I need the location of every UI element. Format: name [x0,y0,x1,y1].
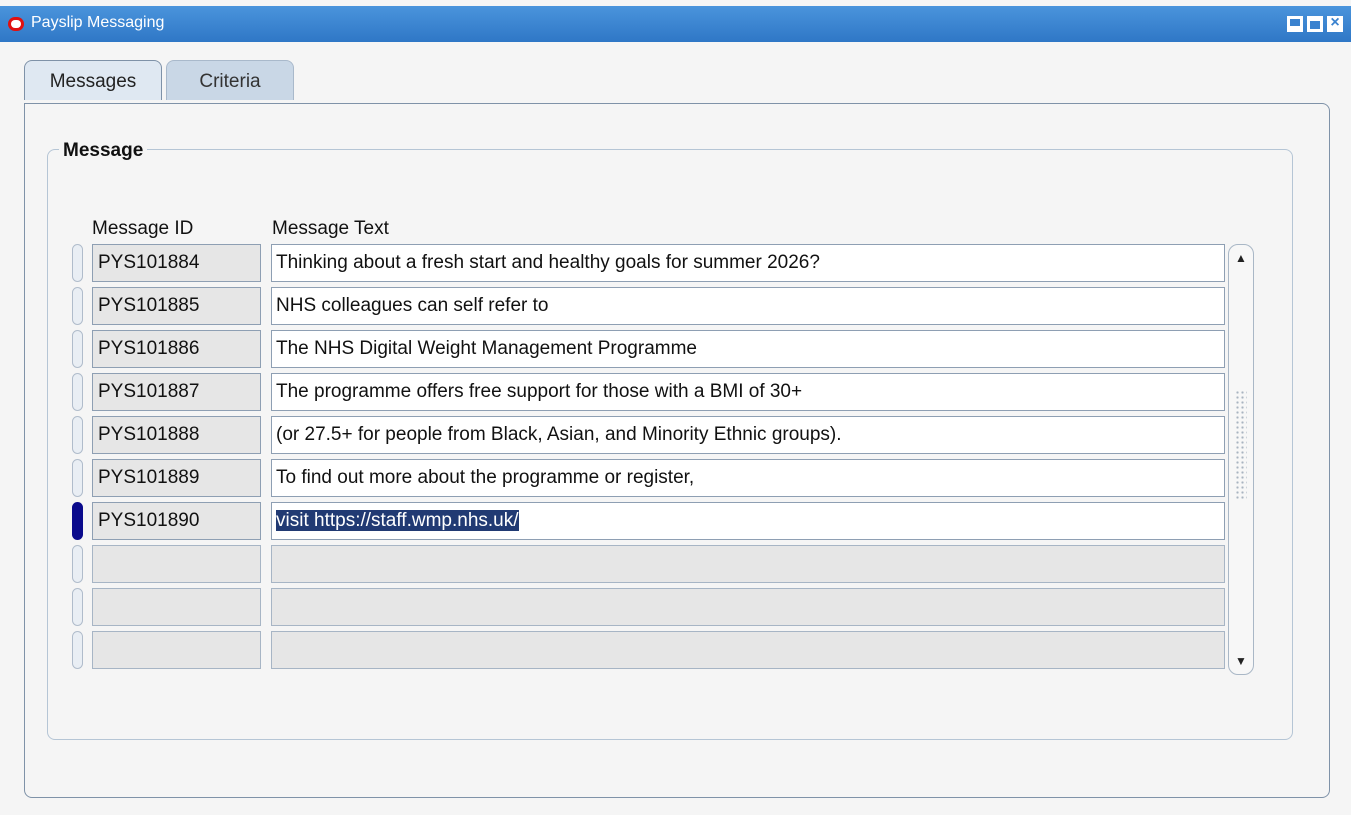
table-row[interactable]: PYS101889 To find out more about the prog… [0,458,1351,498]
row-indicator[interactable] [72,244,83,282]
close-icon: × [1330,14,1340,31]
message-id-field[interactable]: PYS101886 [92,330,261,368]
table-row[interactable] [0,630,1351,670]
message-text-field[interactable]: Thinking about a fresh start and healthy… [271,244,1225,282]
message-id-field[interactable] [92,588,261,626]
table-row[interactable]: PYS101890 visit https://staff.wmp.nhs.uk/ [0,501,1351,541]
table-row[interactable] [0,587,1351,627]
tab-messages[interactable]: Messages [24,60,162,100]
table-row[interactable] [0,544,1351,584]
message-id-field[interactable]: PYS101888 [92,416,261,454]
message-text-field[interactable] [271,545,1225,583]
column-header-message-id: Message ID [92,218,194,239]
message-text-field[interactable] [271,631,1225,669]
message-id-field[interactable]: PYS101890 [92,502,261,540]
maximize-button[interactable] [1307,16,1323,32]
message-text-field[interactable] [271,588,1225,626]
row-indicator[interactable] [72,330,83,368]
minimize-icon [1290,19,1300,26]
selected-text: visit https://staff.wmp.nhs.uk/ [276,510,519,531]
column-header-message-text: Message Text [272,218,389,239]
tab-criteria[interactable]: Criteria [166,60,294,100]
message-id-field[interactable]: PYS101885 [92,287,261,325]
message-text-field[interactable]: visit https://staff.wmp.nhs.uk/ [271,502,1225,540]
row-indicator[interactable] [72,373,83,411]
group-title: Message [59,140,148,162]
message-id-field[interactable]: PYS101889 [92,459,261,497]
message-text-field[interactable]: The programme offers free support for th… [271,373,1225,411]
row-indicator[interactable] [72,459,83,497]
row-indicator[interactable] [72,631,83,669]
scroll-up-icon[interactable]: ▲ [1231,249,1251,267]
message-id-field[interactable] [92,545,261,583]
table-row[interactable]: PYS101884 Thinking about a fresh start an… [0,243,1351,283]
oracle-app-icon [8,17,24,31]
message-id-field[interactable] [92,631,261,669]
message-id-field[interactable]: PYS101884 [92,244,261,282]
table-row[interactable]: PYS101886 The NHS Digital Weight Manageme… [0,329,1351,369]
close-button[interactable]: × [1327,14,1343,32]
title-bar: Payslip Messaging × [0,6,1351,42]
table-row[interactable]: PYS101888 (or 27.5+ for people from Black… [0,415,1351,455]
row-indicator[interactable] [72,588,83,626]
message-text-field[interactable]: (or 27.5+ for people from Black, Asian, … [271,416,1225,454]
minimize-button[interactable] [1287,16,1303,32]
table-row[interactable]: PYS101885 NHS colleagues can self refer t… [0,286,1351,326]
message-text-field[interactable]: NHS colleagues can self refer to [271,287,1225,325]
row-indicator[interactable] [72,502,83,540]
row-indicator[interactable] [72,287,83,325]
scroll-thumb-grip[interactable] [1235,390,1247,500]
table-row[interactable]: PYS101887 The programme offers free suppo… [0,372,1351,412]
message-text-field[interactable]: To find out more about the programme or … [271,459,1225,497]
maximize-icon [1310,21,1320,29]
scroll-down-icon[interactable]: ▼ [1231,652,1251,670]
message-id-field[interactable]: PYS101887 [92,373,261,411]
message-text-field[interactable]: The NHS Digital Weight Management Progra… [271,330,1225,368]
row-indicator[interactable] [72,545,83,583]
vertical-scrollbar[interactable]: ▲ ▼ [1228,244,1254,675]
row-indicator[interactable] [72,416,83,454]
window-title: Payslip Messaging [31,14,165,31]
